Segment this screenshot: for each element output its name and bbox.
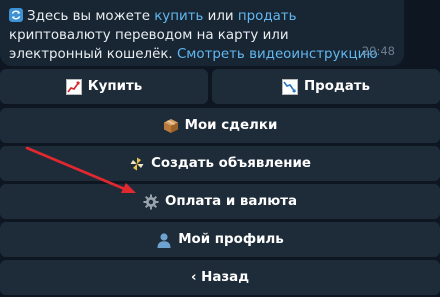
my-profile-button-label: Мой профиль: [178, 232, 284, 247]
package-icon: [163, 118, 179, 134]
message-text-part2: или: [203, 9, 238, 24]
my-deals-button[interactable]: Мои сделки: [0, 108, 440, 143]
sell-button[interactable]: Продать: [212, 69, 440, 104]
chat-view: Здесь вы можете купить или продать крипт…: [0, 0, 440, 297]
pinwheel-icon: [129, 156, 145, 172]
create-ad-button-label: Создать объявление: [151, 156, 311, 171]
buy-button-label: Купить: [87, 79, 143, 94]
message-text-part1: Здесь вы можете: [27, 9, 155, 24]
my-deals-button-label: Мои сделки: [184, 118, 278, 133]
sell-link[interactable]: продать: [238, 9, 297, 24]
chart-decreasing-icon: [281, 78, 298, 95]
payment-currency-button-label: Оплата и валюта: [164, 194, 298, 209]
payment-currency-button[interactable]: Оплата и валюта: [0, 184, 440, 219]
chart-increasing-icon: [65, 78, 82, 95]
back-button-label: ‹ Назад: [190, 270, 250, 285]
bust-silhouette-icon: [156, 232, 172, 248]
my-profile-button[interactable]: Мой профиль: [0, 222, 440, 257]
buy-button[interactable]: Купить: [0, 69, 208, 104]
bot-message-bubble: Здесь вы можете купить или продать крипт…: [0, 0, 404, 81]
create-ad-button[interactable]: Создать объявление: [0, 146, 440, 181]
message-time: 20:48: [361, 44, 395, 58]
buy-link[interactable]: купить: [154, 9, 203, 24]
gear-icon: [143, 194, 159, 210]
back-button[interactable]: ‹ Назад: [0, 260, 440, 295]
counterclockwise-arrows-icon: [9, 8, 23, 22]
sell-button-label: Продать: [303, 79, 371, 94]
